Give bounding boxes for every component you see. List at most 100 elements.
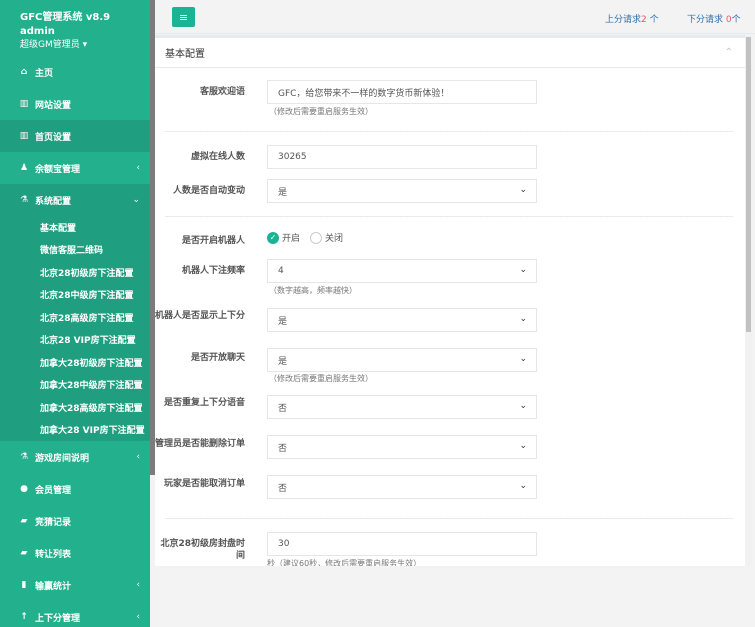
welcome-value: GFC，给您带来不一样的数字货币新体验！ (278, 88, 450, 99)
panel-title: 基本配置 (165, 49, 205, 60)
repeat-voice-label: 是否重复上下分语音 (163, 398, 245, 408)
sidebar-item[interactable]: ♟ 余额宝管理 ‹ (0, 152, 150, 184)
robot-on-label[interactable]: 开启 (282, 231, 300, 244)
sidebar-item[interactable]: ↑ 上下分管理 ‹ (0, 601, 150, 627)
user-role-dropdown[interactable]: 超级GM管理员 ▾ (20, 37, 150, 50)
auto-change-value: 是 (278, 187, 288, 198)
robot-freq-label: 机器人下注频率 (181, 266, 245, 276)
submenu-item[interactable]: 加拿大28初级房下注配置 (0, 351, 150, 374)
arrow-up-icon: ↑ (20, 612, 28, 622)
sidebar-item[interactable]: ▮ 输赢统计 ‹ (0, 569, 150, 601)
submenu-item[interactable]: 加拿大28中级房下注配置 (0, 374, 150, 397)
chevron-left-icon: ‹ (136, 163, 140, 173)
columns-icon: ▥ (19, 131, 29, 141)
admin-delete-select[interactable]: 否 ⌄ (267, 435, 537, 459)
chevron-down-icon: ⌄ (519, 401, 527, 411)
online-count-input[interactable]: 30265 (267, 145, 537, 169)
submenu-item[interactable]: 加拿大28 VIP房下注配置 (0, 419, 150, 442)
car-icon: ▰ (20, 548, 28, 558)
player-cancel-value: 否 (278, 483, 288, 494)
section-divider (165, 518, 733, 519)
bj28-close-input[interactable]: 30 (267, 532, 537, 556)
submenu-item[interactable]: 基本配置 (0, 216, 150, 239)
admin-delete-label: 管理员是否能删除订单 (155, 439, 246, 449)
chevron-down-icon: ⌄ (519, 185, 527, 195)
chevron-left-icon: ‹ (136, 452, 140, 462)
bj28-close-value: 30 (278, 539, 290, 549)
down-request-unit: 个 (731, 15, 741, 25)
main-scrollbar-thumb[interactable] (746, 37, 751, 332)
sidebar-item-label: 系统配置 (35, 196, 72, 207)
section-divider (165, 131, 733, 132)
radio-checked-icon[interactable]: ✓ (267, 231, 279, 244)
radio-unchecked-icon[interactable] (310, 231, 323, 244)
robot-off-label[interactable]: 关闭 (325, 231, 343, 244)
robot-freq-value: 4 (278, 266, 284, 276)
admin-delete-value: 否 (278, 443, 288, 454)
sidebar-item[interactable]: ⚗ 游戏房间说明 ‹ (0, 441, 150, 473)
sidebar-item-label: 主页 (35, 68, 54, 79)
sidebar-item[interactable]: ▥ 网站设置 (0, 88, 150, 120)
chat-select[interactable]: 是 ⌄ (267, 348, 537, 372)
user-role: 超级GM管理员 (20, 40, 80, 50)
up-request-count: 2 (641, 15, 647, 25)
chevron-left-icon: ‹ (136, 612, 140, 622)
chevron-down-icon: ⌄ (519, 481, 527, 491)
sidebar-item-label: 余额宝管理 (35, 164, 81, 175)
submenu-item[interactable]: 北京28高级房下注配置 (0, 306, 150, 329)
sidebar-item[interactable]: ▰ 转让列表 (0, 537, 150, 569)
sidebar: GFC管理系统 v8.9 admin 超级GM管理员 ▾ ⌂ 主页 ▥ 网站设置 ▥ 首页… (0, 0, 150, 627)
up-request-label: 上分请求 (605, 15, 642, 25)
robot-freq-select[interactable]: 4 ⌄ (267, 259, 537, 283)
down-request-link[interactable]: 下分请求 0个 (687, 12, 741, 25)
bj28-close-label: 北京28初级房封盘时间 (160, 539, 245, 561)
auto-change-label: 人数是否自动变动 (172, 186, 245, 196)
sidebar-item[interactable]: ▰ 竞猜记录 (0, 505, 150, 537)
player-cancel-label: 玩家是否能取消订单 (163, 479, 245, 489)
main-scrollbar[interactable] (745, 35, 752, 566)
user-name[interactable]: admin (20, 26, 150, 37)
submenu-item[interactable]: 北京28中级房下注配置 (0, 284, 150, 307)
up-request-unit: 个 (649, 15, 659, 25)
submenu-item[interactable]: 微信客服二维码 (0, 239, 150, 262)
system-config-submenu: 基本配置 微信客服二维码 北京28初级房下注配置 北京28中级房下注配置 北京28高级房… (0, 216, 150, 441)
sidebar-item[interactable]: ● 会员管理 (0, 473, 150, 505)
menu-toggle-button[interactable]: ≡ (172, 7, 195, 27)
welcome-input[interactable]: GFC，给您带来不一样的数字货币新体验！ (267, 80, 537, 104)
submenu-item[interactable]: 加拿大28高级房下注配置 (0, 396, 150, 419)
caret-down-icon: ▾ (82, 40, 88, 50)
collapse-icon[interactable]: ⌃ (725, 47, 733, 58)
user-icon: ● (20, 484, 28, 494)
sidebar-item[interactable]: ⚗ 系统配置 ⌄ (0, 184, 150, 216)
top-navbar: ≡ 上分请求2 个 下分请求 0个 (155, 0, 755, 34)
sidebar-item-label: 游戏房间说明 (35, 453, 90, 464)
sidebar-item-label: 转让列表 (35, 549, 72, 560)
sidebar-header: GFC管理系统 v8.9 admin 超级GM管理员 ▾ (0, 0, 150, 56)
robot-enable-radio-group: ✓ 开启 关闭 (267, 231, 343, 244)
up-request-link[interactable]: 上分请求2 个 (605, 12, 659, 25)
section-divider (165, 216, 733, 217)
sidebar-item[interactable]: ⌂ 主页 (0, 56, 150, 88)
bj28-close-hint: 秒（建议60秒，修改后需要重启服务生效） (267, 559, 422, 566)
sidebar-item-label: 网站设置 (35, 100, 72, 111)
chevron-down-icon: ⌄ (519, 265, 527, 275)
bar-chart-icon: ▮ (21, 580, 27, 590)
chevron-down-icon: ⌄ (132, 195, 140, 205)
basic-config-panel: 基本配置 ⌃ 客服欢迎语 GFC，给您带来不一样的数字货币新体验！ （修改后需要… (155, 35, 745, 566)
repeat-voice-select[interactable]: 否 ⌄ (267, 395, 537, 419)
system-name: GFC管理系统 v8.9 (20, 12, 111, 23)
home-icon: ⌂ (20, 67, 28, 77)
chat-label: 是否开放聊天 (190, 353, 245, 363)
columns-icon: ▥ (19, 99, 29, 109)
auto-change-select[interactable]: 是 ⌄ (267, 179, 537, 203)
chat-hint: （修改后需要重启服务生效） (269, 374, 373, 383)
player-cancel-select[interactable]: 否 ⌄ (267, 475, 537, 499)
sidebar-item[interactable]: ▥ 首页设置 (0, 120, 150, 152)
panel-title-bar: 基本配置 ⌃ (155, 38, 745, 68)
submenu-item[interactable]: 北京28初级房下注配置 (0, 261, 150, 284)
submenu-item[interactable]: 北京28 VIP房下注配置 (0, 329, 150, 352)
robot-show-select[interactable]: 是 ⌄ (267, 308, 537, 332)
flask-icon: ⚗ (19, 195, 29, 205)
welcome-label: 客服欢迎语 (199, 87, 245, 97)
chevron-down-icon: ⌄ (519, 441, 527, 451)
